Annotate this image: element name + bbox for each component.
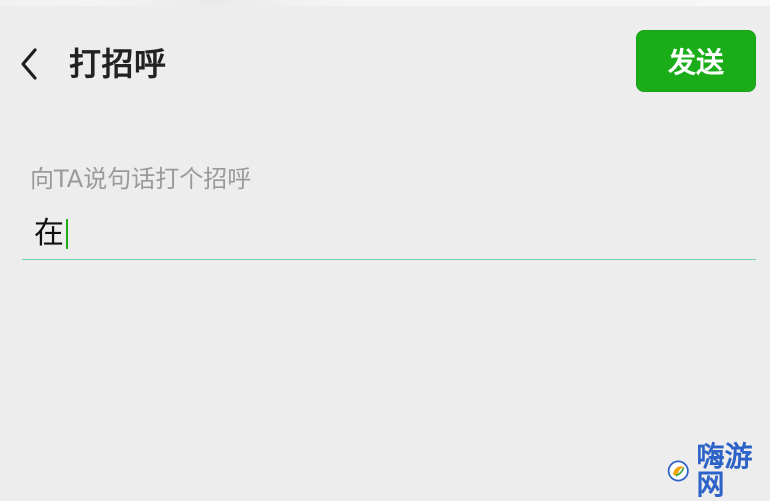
- message-input-group: 向TA说句话打个招呼 在: [22, 158, 756, 260]
- message-input-value: 在: [34, 212, 64, 256]
- send-button[interactable]: 发送: [636, 30, 756, 92]
- page-title: 打招呼: [69, 42, 167, 86]
- top-strip: [0, 0, 770, 6]
- watermark-logo-icon: [666, 457, 691, 485]
- message-input[interactable]: 在: [34, 212, 734, 256]
- message-input-label: 向TA说句话打个招呼: [30, 164, 251, 194]
- chevron-left-icon: [17, 46, 41, 82]
- input-underline: [22, 259, 756, 260]
- text-cursor: [66, 219, 68, 249]
- header-bar: 打招呼 发送: [0, 18, 770, 106]
- watermark-text: 嗨游网: [697, 443, 770, 499]
- back-button[interactable]: [14, 44, 44, 84]
- watermark: 嗨游网: [666, 454, 770, 488]
